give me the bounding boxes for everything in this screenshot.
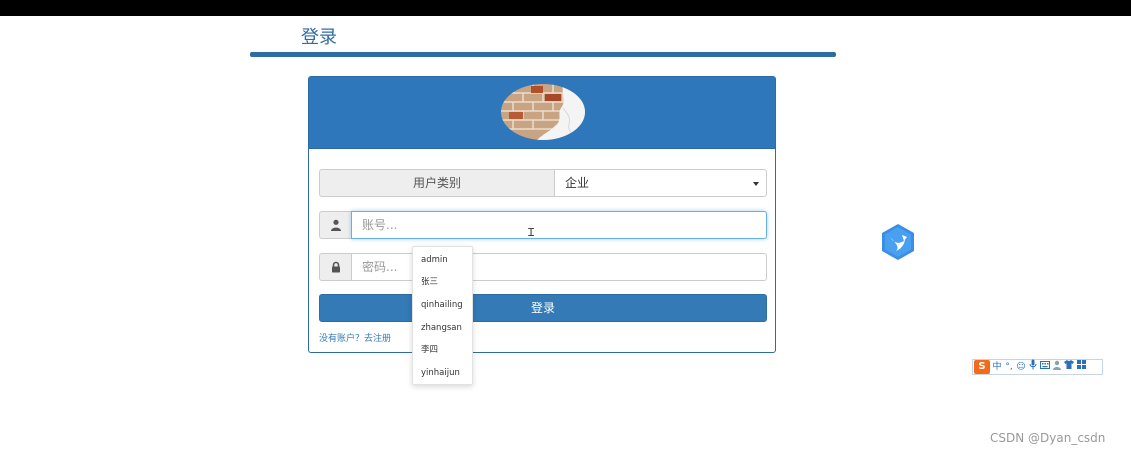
login-panel: 用户类别 企业 账号... 密码... 登录 没有账户？去注册 xyxy=(308,76,776,353)
register-link[interactable]: 没有账户？去注册 xyxy=(319,332,391,346)
login-button[interactable]: 登录 xyxy=(319,294,767,322)
password-row: 密码... xyxy=(319,253,767,281)
user-icon xyxy=(319,211,351,239)
autocomplete-option[interactable]: yinhaijun xyxy=(421,367,460,379)
user-type-label: 用户类别 xyxy=(319,169,554,197)
browser-top-bar xyxy=(0,0,1131,16)
watermark: CSDN @Dyan_csdn xyxy=(990,431,1106,445)
title-underline xyxy=(250,52,836,57)
text-cursor-icon: Ɪ xyxy=(528,226,535,239)
mic-icon[interactable] xyxy=(1028,359,1038,375)
account-autocomplete-dropdown: admin 张三 qinhailing zhangsan 李四 yinhaiju… xyxy=(412,246,473,385)
page-title: 登录 xyxy=(301,27,337,48)
punctuation-icon[interactable]: °, xyxy=(1004,360,1014,374)
autocomplete-option[interactable]: 李四 xyxy=(421,344,438,356)
shirt-icon[interactable] xyxy=(1064,360,1074,374)
account-input[interactable]: 账号... xyxy=(351,211,767,239)
password-placeholder: 密码... xyxy=(362,260,398,274)
brick-wall-logo xyxy=(501,84,585,140)
user-icon[interactable] xyxy=(1052,360,1062,375)
user-type-value: 企业 xyxy=(565,176,590,190)
sogou-logo-icon[interactable]: S xyxy=(974,360,990,374)
grid-icon[interactable] xyxy=(1076,360,1086,374)
user-type-select[interactable]: 企业 xyxy=(554,169,767,197)
autocomplete-option[interactable]: zhangsan xyxy=(421,322,462,334)
lock-icon xyxy=(319,253,351,281)
login-panel-header xyxy=(309,77,775,149)
emoji-icon[interactable]: ☺ xyxy=(1016,360,1026,374)
ime-toolbar: S 中 °, ☺ xyxy=(972,359,1103,375)
account-placeholder: 账号... xyxy=(362,218,398,232)
autocomplete-option[interactable]: admin xyxy=(421,254,448,266)
user-type-row: 用户类别 企业 xyxy=(319,169,767,197)
account-row: 账号... xyxy=(319,211,767,239)
autocomplete-option[interactable]: qinhailing xyxy=(421,299,463,311)
keyboard-icon[interactable] xyxy=(1040,360,1050,374)
autocomplete-option[interactable]: 张三 xyxy=(421,276,438,288)
chinese-mode-icon[interactable]: 中 xyxy=(992,360,1002,374)
caret-down-icon xyxy=(753,182,759,186)
floating-bird-icon[interactable] xyxy=(880,223,916,261)
